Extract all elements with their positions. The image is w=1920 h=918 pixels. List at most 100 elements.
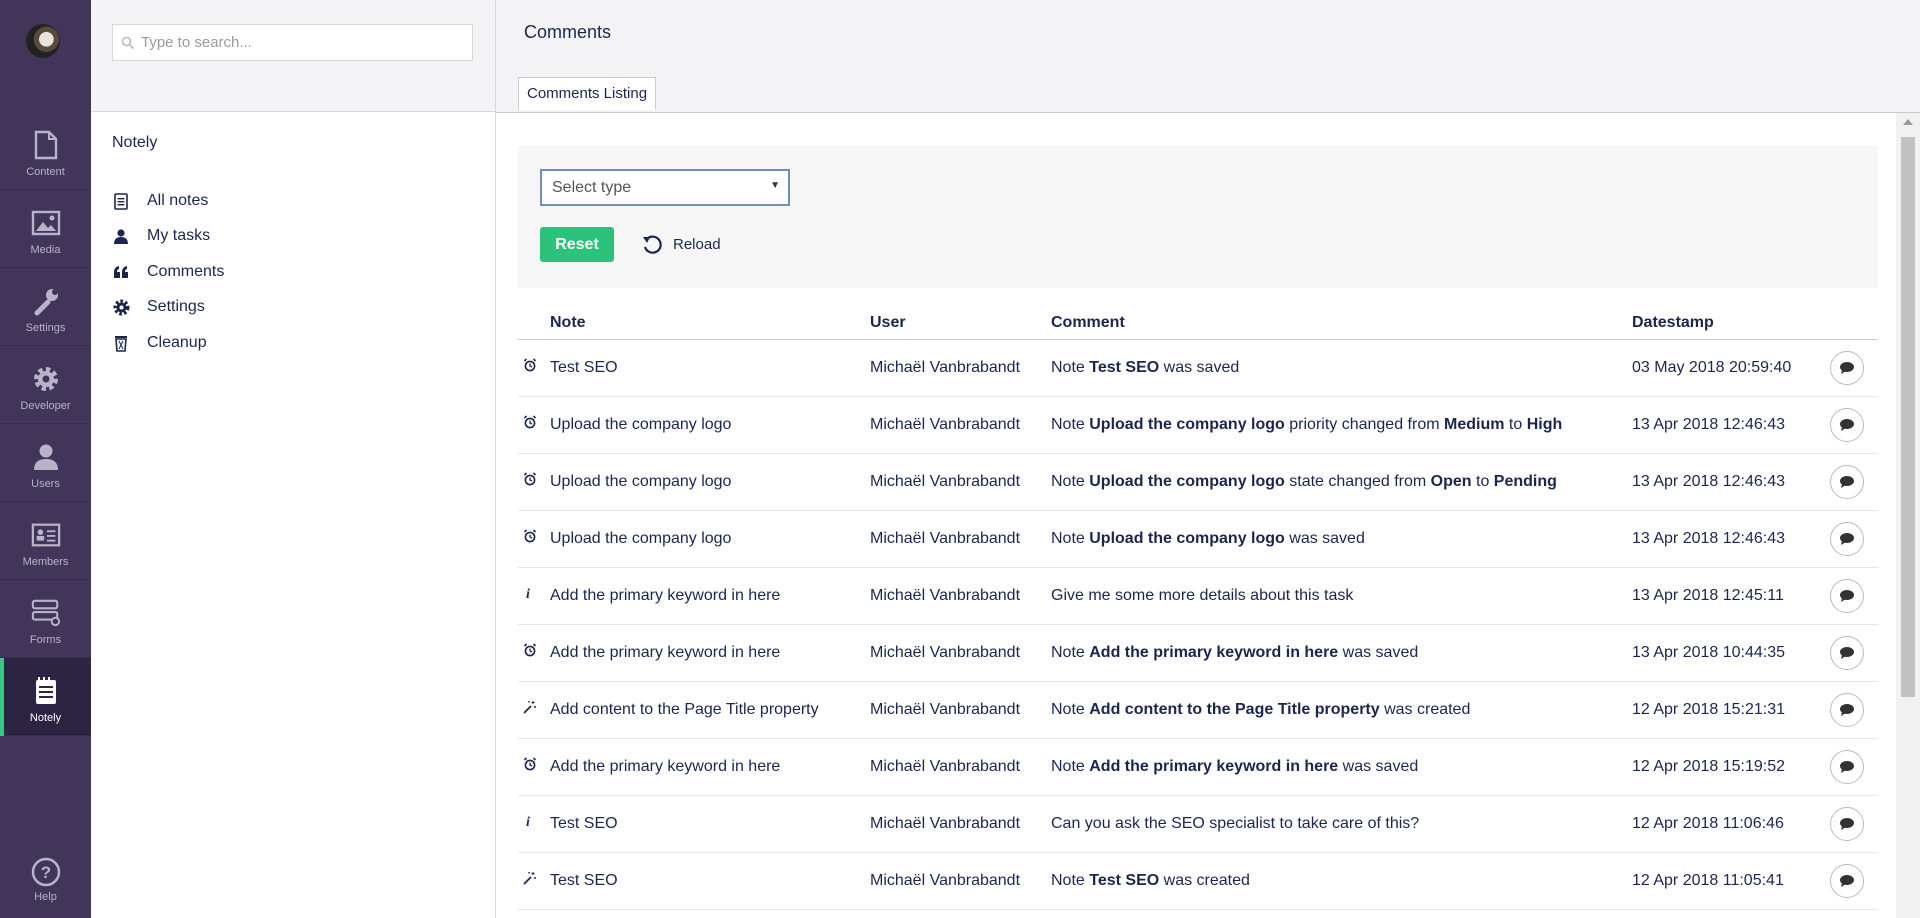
table-row[interactable]: Upload the company logo Michaël Vanbraban… xyxy=(518,510,1878,568)
search-input[interactable] xyxy=(141,34,461,51)
table-row[interactable]: Test SEO Michaël Vanbrabandt Note Test SEO… xyxy=(518,852,1878,910)
alarm-clock-icon xyxy=(523,472,537,490)
table-row[interactable]: i Add the primary keyword in here Michaël … xyxy=(518,567,1878,625)
comment-bubble-button[interactable] xyxy=(1830,863,1864,898)
note-cell[interactable]: Add the primary keyword in here xyxy=(550,567,870,625)
note-cell[interactable]: Upload the company logo xyxy=(550,396,870,454)
comment-segment: Note xyxy=(1051,415,1090,433)
column-datestamp[interactable]: Datestamp xyxy=(1632,306,1830,340)
type-select-value: Select type xyxy=(552,178,632,196)
comment-bubble-button[interactable] xyxy=(1830,407,1864,442)
avatar[interactable] xyxy=(26,24,60,58)
note-cell[interactable]: Add the primary keyword in here xyxy=(550,738,870,796)
tree-root-label: Notely xyxy=(112,134,158,151)
alarm-clock-icon xyxy=(523,643,537,661)
row-type-cell xyxy=(518,510,550,568)
gear-icon xyxy=(112,298,130,316)
action-cell xyxy=(1830,339,1878,397)
nav-section-members[interactable]: Members xyxy=(0,502,91,580)
comment-bubble-button[interactable] xyxy=(1830,749,1864,784)
comment-segment: Note xyxy=(1051,643,1090,661)
comment-segment: was saved xyxy=(1338,757,1419,775)
comment-bubble-button[interactable] xyxy=(1830,578,1864,613)
comment-bubble-button[interactable] xyxy=(1830,635,1864,670)
row-type-cell: i xyxy=(518,795,550,853)
user-cell: Michaël Vanbrabandt xyxy=(870,624,1051,682)
comment-cell: Note Test SEO was saved xyxy=(1051,339,1632,397)
user-cell: Michaël Vanbrabandt xyxy=(870,453,1051,511)
user-cell: Michaël Vanbrabandt xyxy=(870,396,1051,454)
comment-segment: Note xyxy=(1051,529,1090,547)
datestamp-cell: 12 Apr 2018 15:21:31 xyxy=(1632,681,1830,739)
row-type-cell xyxy=(518,453,550,511)
table-row[interactable]: Add the primary keyword in here Michaël V… xyxy=(518,738,1878,796)
note-cell[interactable]: Upload the company logo xyxy=(550,510,870,568)
nav-section-notely[interactable]: Notely xyxy=(0,658,91,736)
action-cell xyxy=(1830,510,1878,568)
nav-section-media[interactable]: Media xyxy=(0,190,91,268)
tree-item-settings[interactable]: Settings xyxy=(112,290,224,326)
comment-bubble-button[interactable] xyxy=(1830,464,1864,499)
nav-section-developer[interactable]: Developer xyxy=(0,346,91,424)
note-cell[interactable]: Add content to the Page Title property xyxy=(550,681,870,739)
user-cell: Michaël Vanbrabandt xyxy=(870,795,1051,853)
tree-panel: Notely All notes My tasks Comments Settings… xyxy=(91,0,496,918)
nav-section-forms[interactable]: Forms xyxy=(0,580,91,658)
table-row[interactable]: Upload the company logo Michaël Vanbraban… xyxy=(518,453,1878,511)
tree-item-comments[interactable]: Comments xyxy=(112,254,224,290)
table-body: Test SEO Michaël Vanbrabandt Note Test SEO… xyxy=(518,339,1878,910)
type-select[interactable]: Select type ▼ xyxy=(540,169,790,206)
reload-icon xyxy=(643,235,662,254)
tree-item-label: All notes xyxy=(147,191,209,209)
table-row[interactable]: Add the primary keyword in here Michaël V… xyxy=(518,624,1878,682)
note-cell[interactable]: Test SEO xyxy=(550,795,870,853)
comments-table: Note User Comment Datestamp Test SEO Mich… xyxy=(518,306,1878,910)
alarm-clock-icon xyxy=(523,415,537,433)
scroll-up-arrow-icon[interactable] xyxy=(1903,119,1913,125)
action-cell xyxy=(1830,453,1878,511)
comment-segment: to xyxy=(1504,415,1527,433)
comment-bubble-button[interactable] xyxy=(1830,806,1864,841)
note-cell[interactable]: Add the primary keyword in here xyxy=(550,624,870,682)
column-comment[interactable]: Comment xyxy=(1051,306,1632,340)
tab-comments-listing[interactable]: Comments Listing xyxy=(518,77,657,110)
table-row[interactable]: Upload the company logo Michaël Vanbraban… xyxy=(518,396,1878,454)
reload-button[interactable]: Reload xyxy=(641,227,721,262)
document-icon xyxy=(31,130,61,160)
column-note[interactable]: Note xyxy=(550,306,870,340)
scrollbar[interactable] xyxy=(1896,113,1920,918)
datestamp-cell: 13 Apr 2018 12:46:43 xyxy=(1632,453,1830,511)
quote-icon xyxy=(112,263,130,281)
user-cell: Michaël Vanbrabandt xyxy=(870,567,1051,625)
comment-bubble-button[interactable] xyxy=(1830,521,1864,556)
search-box[interactable] xyxy=(112,24,473,61)
note-cell[interactable]: Test SEO xyxy=(550,852,870,910)
note-cell[interactable]: Test SEO xyxy=(550,339,870,397)
tree-item-my-tasks[interactable]: My tasks xyxy=(112,219,224,255)
comment-bubble-button[interactable] xyxy=(1830,692,1864,727)
reload-label: Reload xyxy=(673,236,721,253)
nav-section-settings[interactable]: Settings xyxy=(0,268,91,346)
reset-button[interactable]: Reset xyxy=(540,227,614,262)
notepad-icon xyxy=(112,192,130,210)
table-row[interactable]: Test SEO Michaël Vanbrabandt Note Test SEO… xyxy=(518,339,1878,397)
comment-bubble-button[interactable] xyxy=(1830,350,1864,385)
magic-wand-icon xyxy=(523,872,537,889)
tree-item-all-notes[interactable]: All notes xyxy=(112,183,224,219)
magic-wand-icon xyxy=(523,701,537,718)
column-user[interactable]: User xyxy=(870,306,1051,340)
comment-segment: High xyxy=(1526,415,1563,433)
table-row[interactable]: i Test SEO Michaël Vanbrabandt Can you ask … xyxy=(518,795,1878,853)
scrollbar-thumb[interactable] xyxy=(1901,137,1915,697)
nav-section-users[interactable]: Users xyxy=(0,424,91,502)
comment-cell: Note Upload the company logo state chang… xyxy=(1051,453,1632,511)
table-row[interactable]: Add content to the Page Title property Mi… xyxy=(518,681,1878,739)
content-body: Select type ▼ Reset Reload Note User Com… xyxy=(496,113,1920,918)
nav-section-content[interactable]: Content xyxy=(0,112,91,190)
row-type-cell xyxy=(518,852,550,910)
speech-bubble-icon xyxy=(1840,532,1854,545)
tree-item-cleanup[interactable]: Cleanup xyxy=(112,325,224,361)
comment-segment: was saved xyxy=(1284,529,1365,547)
note-cell[interactable]: Upload the company logo xyxy=(550,453,870,511)
help-button[interactable]: ? Help xyxy=(0,856,91,914)
